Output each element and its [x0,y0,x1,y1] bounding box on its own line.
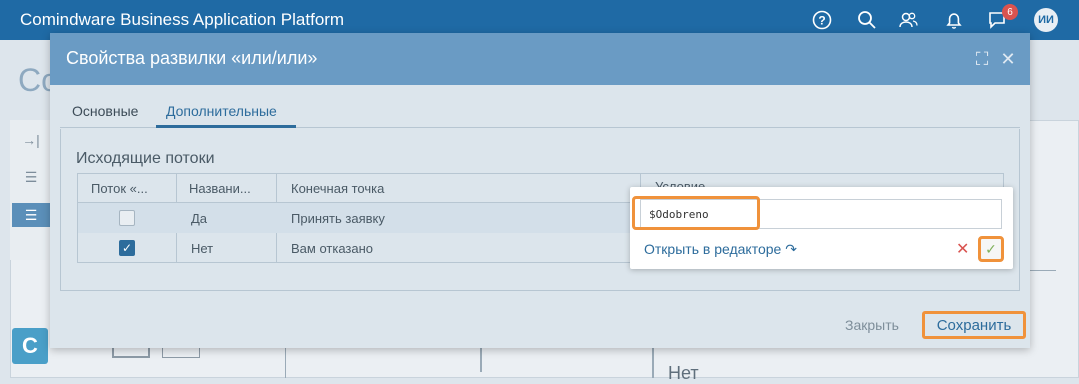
list-icon[interactable]: ☰ [12,203,50,227]
column-header-flow[interactable]: Поток «... [91,181,148,196]
close-icon[interactable]: ✕ [998,49,1018,69]
tab-general[interactable]: Основные [72,103,138,119]
avatar[interactable]: ИИ [1034,8,1058,32]
checklist-icon[interactable]: ☰ [12,163,50,191]
redirect-arrow-icon: ↷ [785,241,797,257]
close-button[interactable]: Закрыть [845,317,899,333]
flow-endpoint: Вам отказано [291,241,374,256]
section-title: Исходящие потоки [76,150,215,167]
notification-badge: 6 [1002,4,1018,20]
tab-advanced[interactable]: Дополнительные [166,103,277,119]
diagram-connector [285,348,286,378]
default-flow-checkbox[interactable] [119,210,135,226]
cancel-icon[interactable]: ✕ [956,239,969,259]
diagram-shape [112,348,150,358]
column-header-endpoint[interactable]: Конечная точка [291,181,384,196]
open-in-editor-link[interactable]: Открыть в редакторе ↷ [644,241,797,258]
bell-icon[interactable] [943,9,965,31]
column-header-name[interactable]: Названи... [189,181,251,196]
platform-logo: C [12,328,48,364]
open-in-editor-label: Открыть в редакторе [644,241,782,257]
svg-text:?: ? [818,14,825,28]
flow-name: Да [191,211,208,226]
confirm-check-icon[interactable]: ✓ [978,236,1004,262]
input-highlight [632,196,760,230]
maximize-icon[interactable]: ⛶ [972,49,992,69]
users-icon[interactable] [897,9,919,31]
diagram-connector [480,348,482,372]
default-flow-checkbox[interactable]: ✓ [119,240,135,256]
diagram-branch-label: Нет [668,363,699,383]
flow-name: Нет [191,241,214,256]
diagram-connector [1030,270,1056,271]
dialog-title: Свойства развилки «или/или» [66,48,318,68]
collapse-sidebar-icon[interactable]: →| [12,126,50,154]
active-tab-indicator [156,125,296,128]
search-icon[interactable] [856,9,878,31]
help-icon[interactable]: ? [811,9,833,31]
diagram-shape [162,348,200,358]
flow-endpoint: Принять заявку [291,211,385,226]
diagram-connector [652,348,654,378]
app-title: Comindware Business Application Platform [20,10,345,29]
save-button[interactable]: Сохранить [922,311,1026,339]
dialog-header: Свойства развилки «или/или» ⛶ ✕ [50,33,1030,85]
